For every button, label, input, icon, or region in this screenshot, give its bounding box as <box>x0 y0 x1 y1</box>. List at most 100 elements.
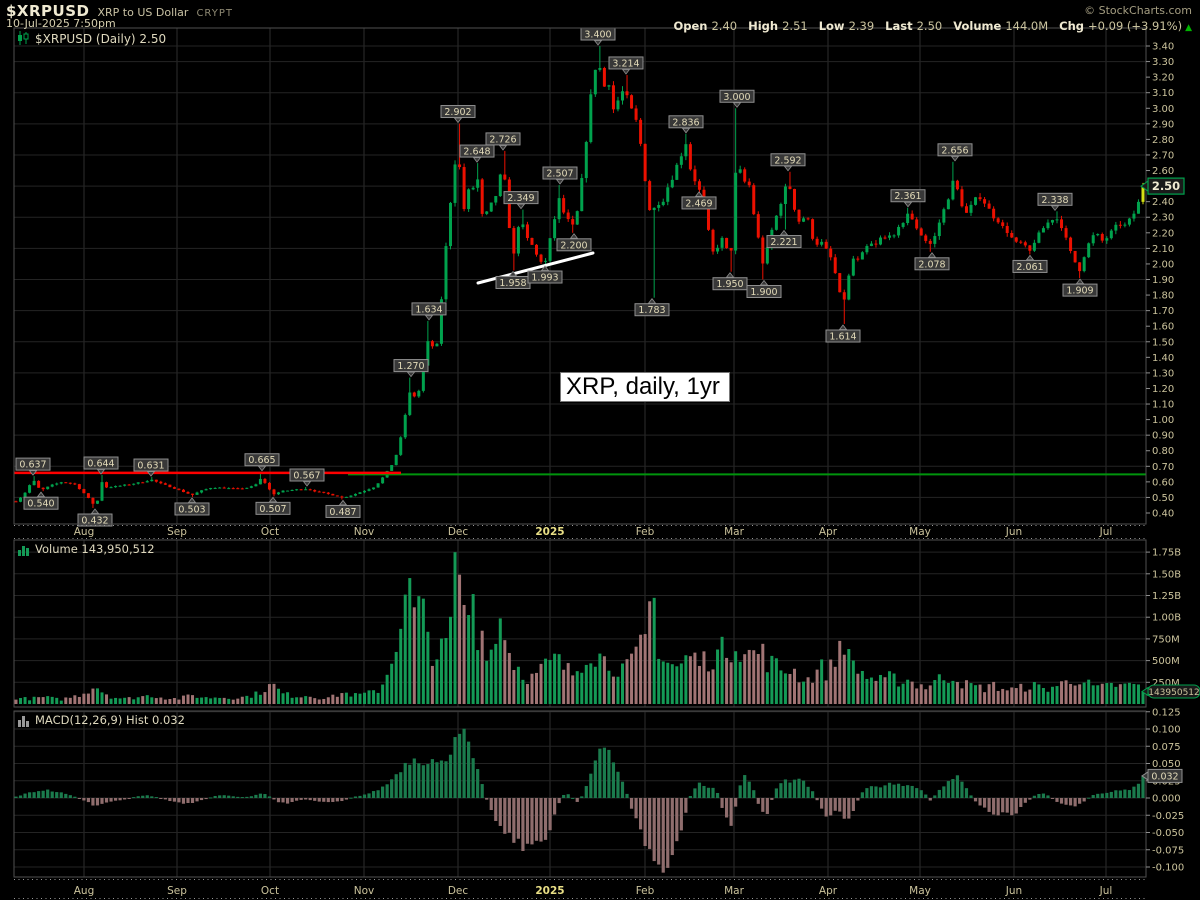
svg-text:750M: 750M <box>1152 634 1180 645</box>
exchange-tag: CRYPT <box>196 8 233 19</box>
price-callout: 2.469 <box>682 192 716 210</box>
price-axis: 3.403.303.203.103.002.902.802.702.602.50… <box>1146 42 1174 520</box>
svg-text:Mar: Mar <box>724 885 744 897</box>
svg-text:3.20: 3.20 <box>1152 73 1174 84</box>
svg-text:Oct: Oct <box>261 526 279 538</box>
svg-text:2.469: 2.469 <box>685 198 712 209</box>
svg-text:0.40: 0.40 <box>1152 509 1174 520</box>
svg-text:0.90: 0.90 <box>1152 431 1174 442</box>
volume-label: Volume <box>953 19 1001 33</box>
chg-value: +0.09 (+3.91%) <box>1088 19 1182 33</box>
svg-text:2.221: 2.221 <box>770 237 797 248</box>
svg-text:1.950: 1.950 <box>716 279 743 290</box>
price-callout: 0.665 <box>245 454 279 471</box>
svg-text:0.80: 0.80 <box>1152 446 1174 457</box>
svg-text:2.902: 2.902 <box>444 107 471 118</box>
svg-text:1.634: 1.634 <box>415 304 442 315</box>
svg-text:1.270: 1.270 <box>397 361 424 372</box>
candlestick-icon <box>17 31 30 46</box>
svg-text:Apr: Apr <box>819 526 838 538</box>
macd-histogram <box>14 729 1144 873</box>
gridlines <box>14 28 1146 877</box>
svg-text:0.567: 0.567 <box>293 471 320 482</box>
volume-bars-icon <box>17 543 30 556</box>
price-callout: 0.507 <box>256 497 290 515</box>
svg-text:2.726: 2.726 <box>489 134 516 145</box>
svg-text:0.050: 0.050 <box>1152 759 1181 770</box>
svg-text:2.338: 2.338 <box>1041 195 1068 206</box>
price-callout: 0.567 <box>290 469 324 486</box>
svg-text:0.644: 0.644 <box>87 459 114 470</box>
price-callout: 1.614 <box>826 325 860 343</box>
svg-text:Mar: Mar <box>724 526 744 538</box>
macd-legend-text: MACD(12,26,9) Hist 0.032 <box>35 713 185 727</box>
svg-text:Jun: Jun <box>1005 885 1022 897</box>
volume-value: 144.0M <box>1005 19 1048 33</box>
price-callout: 2.592 <box>771 154 805 171</box>
svg-text:0.000: 0.000 <box>1152 794 1181 805</box>
svg-text:Sep: Sep <box>167 885 187 897</box>
high-label: High <box>748 19 778 33</box>
last-price-box: 2.50 <box>1141 178 1184 194</box>
svg-text:1.10: 1.10 <box>1152 400 1174 411</box>
svg-text:3.40: 3.40 <box>1152 42 1174 53</box>
open-value: 2.40 <box>711 19 737 33</box>
svg-text:2.507: 2.507 <box>546 169 573 180</box>
last-macd-box: 0.032 <box>1142 769 1182 782</box>
low-value: 2.39 <box>849 19 875 33</box>
stockcharts-chart-page: 0.6370.5400.6440.4320.6310.5030.6650.507… <box>0 0 1200 900</box>
change-up-arrow-icon: ▲ <box>1185 23 1192 33</box>
svg-text:2.592: 2.592 <box>774 155 801 166</box>
svg-text:2.80: 2.80 <box>1152 135 1174 146</box>
svg-text:3.00: 3.00 <box>1152 104 1174 115</box>
svg-text:0.631: 0.631 <box>137 461 164 472</box>
svg-text:-0.100: -0.100 <box>1152 863 1184 874</box>
svg-text:Apr: Apr <box>819 885 838 897</box>
svg-text:2.648: 2.648 <box>463 147 490 158</box>
svg-text:0.100: 0.100 <box>1152 725 1181 736</box>
svg-text:2.00: 2.00 <box>1152 259 1174 270</box>
svg-text:Aug: Aug <box>74 885 95 897</box>
svg-text:-0.075: -0.075 <box>1152 845 1184 856</box>
svg-text:May: May <box>909 526 931 538</box>
svg-text:1.70: 1.70 <box>1152 306 1174 317</box>
svg-text:1.50B: 1.50B <box>1152 569 1181 580</box>
text-annotation[interactable]: XRP, daily, 1yr <box>560 372 730 402</box>
svg-text:2.30: 2.30 <box>1152 213 1174 224</box>
price-callout: 1.958 <box>496 271 530 289</box>
svg-text:2.200: 2.200 <box>560 240 587 251</box>
price-callout: 1.900 <box>747 281 781 299</box>
svg-text:1.80: 1.80 <box>1152 291 1174 302</box>
svg-text:2025: 2025 <box>535 885 564 897</box>
svg-text:1.00: 1.00 <box>1152 415 1174 426</box>
svg-text:1.958: 1.958 <box>499 278 526 289</box>
price-callout: 1.783 <box>635 299 669 317</box>
svg-text:0.50: 0.50 <box>1152 493 1174 504</box>
svg-text:2.20: 2.20 <box>1152 228 1174 239</box>
price-callout: 3.214 <box>609 57 643 74</box>
price-callout: 2.507 <box>543 167 577 184</box>
svg-text:1.90: 1.90 <box>1152 275 1174 286</box>
price-callout: 2.648 <box>460 145 494 162</box>
svg-text:0.70: 0.70 <box>1152 462 1174 473</box>
chart-canvas[interactable]: 0.6370.5400.6440.4320.6310.5030.6650.507… <box>0 0 1200 900</box>
price-callout: 0.644 <box>84 457 118 474</box>
last-value: 2.50 <box>917 19 943 33</box>
svg-text:-0.050: -0.050 <box>1152 828 1184 839</box>
svg-text:Feb: Feb <box>636 526 655 538</box>
support-lines[interactable] <box>14 473 1146 475</box>
svg-text:2.836: 2.836 <box>672 117 699 128</box>
svg-text:0.432: 0.432 <box>81 516 108 527</box>
svg-text:Oct: Oct <box>261 885 279 897</box>
svg-text:1.783: 1.783 <box>638 305 665 316</box>
svg-text:Jun: Jun <box>1005 526 1022 538</box>
price-callout: 1.950 <box>713 273 747 291</box>
svg-text:2.70: 2.70 <box>1152 150 1174 161</box>
svg-text:1.900: 1.900 <box>750 287 777 298</box>
chg-label: Chg <box>1059 19 1084 33</box>
price-callout: 2.656 <box>938 144 972 161</box>
svg-text:2025: 2025 <box>535 526 564 538</box>
svg-text:1.60: 1.60 <box>1152 322 1174 333</box>
svg-text:Sep: Sep <box>167 526 187 538</box>
svg-text:1.20: 1.20 <box>1152 384 1174 395</box>
